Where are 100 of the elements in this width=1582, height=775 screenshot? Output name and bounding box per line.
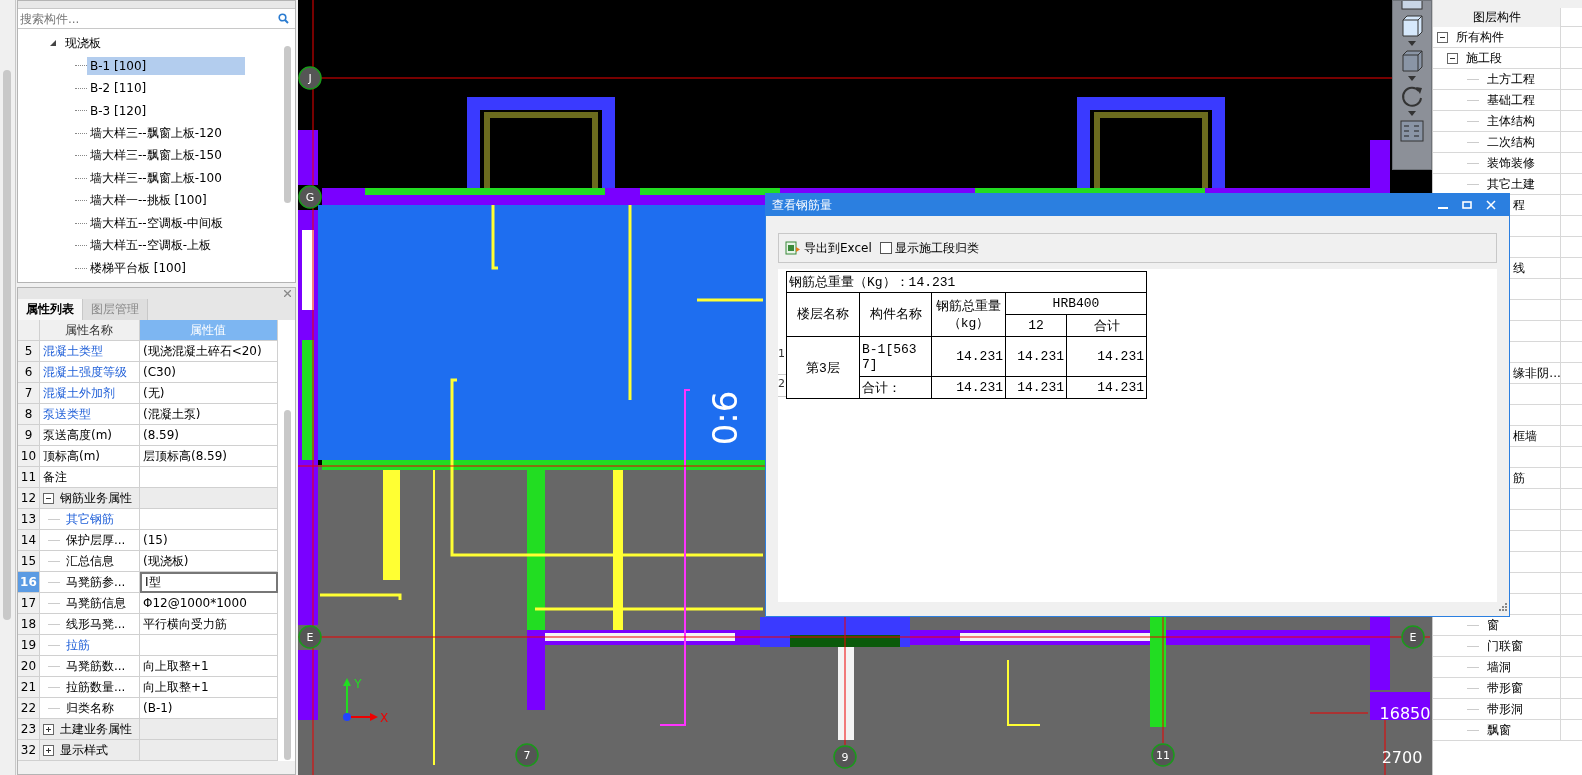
row-number: 6 xyxy=(17,362,40,383)
property-name-text: 混凝土强度等级 xyxy=(42,363,127,381)
caret-icon[interactable] xyxy=(1408,76,1417,81)
tree-item[interactable]: 线 xyxy=(1513,259,1526,277)
table-header: 12 xyxy=(1005,314,1067,337)
tree-item[interactable]: 土方工程 xyxy=(1487,70,1536,88)
collapse-icon[interactable] xyxy=(1447,52,1459,64)
tree-item[interactable]: 二次结构 xyxy=(1487,133,1536,151)
table-header: 构件名称 xyxy=(859,292,932,337)
property-name-text: 泵送高度(m) xyxy=(42,426,113,444)
tree-item[interactable]: 现浇板 xyxy=(64,34,101,52)
row-number: 32 xyxy=(17,740,40,761)
tree-item[interactable]: 筋 xyxy=(1513,469,1526,487)
table-header: 钢筋总重量（kg） xyxy=(931,292,1006,337)
tree-item[interactable]: 所有构件 xyxy=(1456,28,1505,46)
group-name: 土建业务属性 xyxy=(59,720,132,738)
rebar-line xyxy=(491,205,499,270)
row-number: 23 xyxy=(17,719,40,740)
scrollbar[interactable] xyxy=(284,410,292,760)
tree-item[interactable]: 窗 xyxy=(1487,616,1500,634)
column-header: 属性名称 xyxy=(39,320,140,341)
caret-icon[interactable] xyxy=(1408,111,1417,116)
dimension-text: 0:6 xyxy=(705,390,746,446)
row-number: 13 xyxy=(17,509,40,530)
tree-item[interactable]: 程 xyxy=(1513,196,1526,214)
summary-cell: 钢筋总重量（Kg）：14.231 xyxy=(786,271,1147,293)
tree-item[interactable]: 缘非阴... xyxy=(1513,364,1561,382)
tree-item[interactable]: 墙大样三--飘窗上板-150 xyxy=(86,145,245,167)
property-value: Φ12@1000*1000 xyxy=(139,593,278,614)
table-cell: 14.231 xyxy=(1066,336,1147,377)
caret-icon[interactable] xyxy=(1408,41,1417,46)
grid-label: E xyxy=(306,631,314,644)
tree-item[interactable]: 主体结构 xyxy=(1487,112,1536,130)
property-name-text: 备注 xyxy=(42,468,67,486)
property-name-text: 拉筋数量... xyxy=(65,678,126,696)
tree-item[interactable]: 装饰装修 xyxy=(1487,154,1536,172)
tree-item[interactable]: 墙大样一--挑板 [100] xyxy=(86,190,245,212)
property-name-text: 马凳筋参... xyxy=(65,573,126,591)
property-value: (现浇板) xyxy=(139,551,278,572)
value-field[interactable]: Ⅰ型 xyxy=(139,572,278,593)
tree-item[interactable]: 楼梯平台板 [100] xyxy=(86,257,245,279)
tree-item[interactable]: 施工段 xyxy=(1466,49,1503,67)
tree-item[interactable]: 墙大样三--飘窗上板-120 xyxy=(86,122,245,144)
dialog-title: 查看钢筋量 xyxy=(772,196,833,214)
checkbox-box[interactable] xyxy=(879,242,892,254)
tree-item[interactable]: 墙大样五--空调板-中间板 xyxy=(86,212,245,234)
rebar-line xyxy=(697,298,764,302)
search-field[interactable]: 搜索构件... xyxy=(19,11,279,26)
tree-item[interactable]: B-2 [110] xyxy=(86,79,245,98)
search-icon[interactable] xyxy=(278,13,290,24)
tree-item[interactable]: B-3 [120] xyxy=(86,101,245,120)
tree-item[interactable]: 门联窗 xyxy=(1487,637,1524,655)
row-number: 10 xyxy=(17,446,40,467)
grid-bubble xyxy=(833,745,858,769)
tree-item[interactable]: B-1 [100] xyxy=(86,56,245,75)
property-name-text: 保护层厚... xyxy=(65,531,126,549)
property-name-text: 泵送类型 xyxy=(42,405,91,423)
group-name: 显示样式 xyxy=(59,741,108,759)
expand-icon[interactable] xyxy=(42,744,54,756)
scrollbar[interactable] xyxy=(3,70,11,620)
table-cell: 第3层 xyxy=(786,336,860,399)
resize-grip-icon[interactable] xyxy=(1499,603,1507,611)
tree-item[interactable]: 墙大样五--空调板-上板 xyxy=(86,235,245,257)
tree-item[interactable]: 墙大样三--飘窗上板-100 xyxy=(86,167,245,189)
grid-label: 11 xyxy=(1156,749,1171,762)
wall-segment xyxy=(298,130,319,185)
axis-label: Y xyxy=(354,677,362,691)
export-button[interactable]: 导出到Excel xyxy=(783,237,874,259)
expanded-triangle-icon[interactable] xyxy=(48,39,57,48)
property-value: 向上取整+1 xyxy=(139,677,278,698)
row-number: 8 xyxy=(17,404,40,425)
row-number: 18 xyxy=(17,614,40,635)
tree-item[interactable]: 带形洞 xyxy=(1487,700,1524,718)
property-name-text: 汇总信息 xyxy=(65,552,114,570)
grid-label: 7 xyxy=(523,749,531,762)
wall-segment xyxy=(1370,692,1431,720)
row-number: 11 xyxy=(17,467,40,488)
collapse-icon[interactable] xyxy=(42,492,54,504)
tree-item[interactable]: 墙洞 xyxy=(1487,658,1512,676)
grid-label: G xyxy=(306,191,315,204)
collapse-icon[interactable] xyxy=(1437,31,1449,43)
grid-bubble xyxy=(1401,625,1426,649)
tree-item[interactable]: 框墙 xyxy=(1513,427,1538,445)
property-value: 向上取整+1 xyxy=(139,656,278,677)
tree-item[interactable]: 基础工程 xyxy=(1487,91,1536,109)
tab[interactable]: 属性列表 xyxy=(17,299,83,320)
property-name-text: 线形马凳... xyxy=(65,615,126,633)
tree-item[interactable]: 其它土建 xyxy=(1487,175,1536,193)
grid-label: 9 xyxy=(841,751,849,764)
expand-icon[interactable] xyxy=(42,723,54,735)
tree-item[interactable]: 带形窗 xyxy=(1487,679,1524,697)
row-number: 2 xyxy=(778,375,786,397)
row-number: 21 xyxy=(17,677,40,698)
table-header: 合计 xyxy=(1066,314,1147,337)
maximize-icon[interactable] xyxy=(1462,200,1472,210)
property-name-text: 顶标高(m) xyxy=(42,447,101,465)
scrollbar[interactable] xyxy=(284,46,292,203)
tree-item[interactable]: 飘窗 xyxy=(1487,721,1512,739)
close-icon[interactable] xyxy=(284,290,292,297)
grid-label: J xyxy=(308,72,312,85)
